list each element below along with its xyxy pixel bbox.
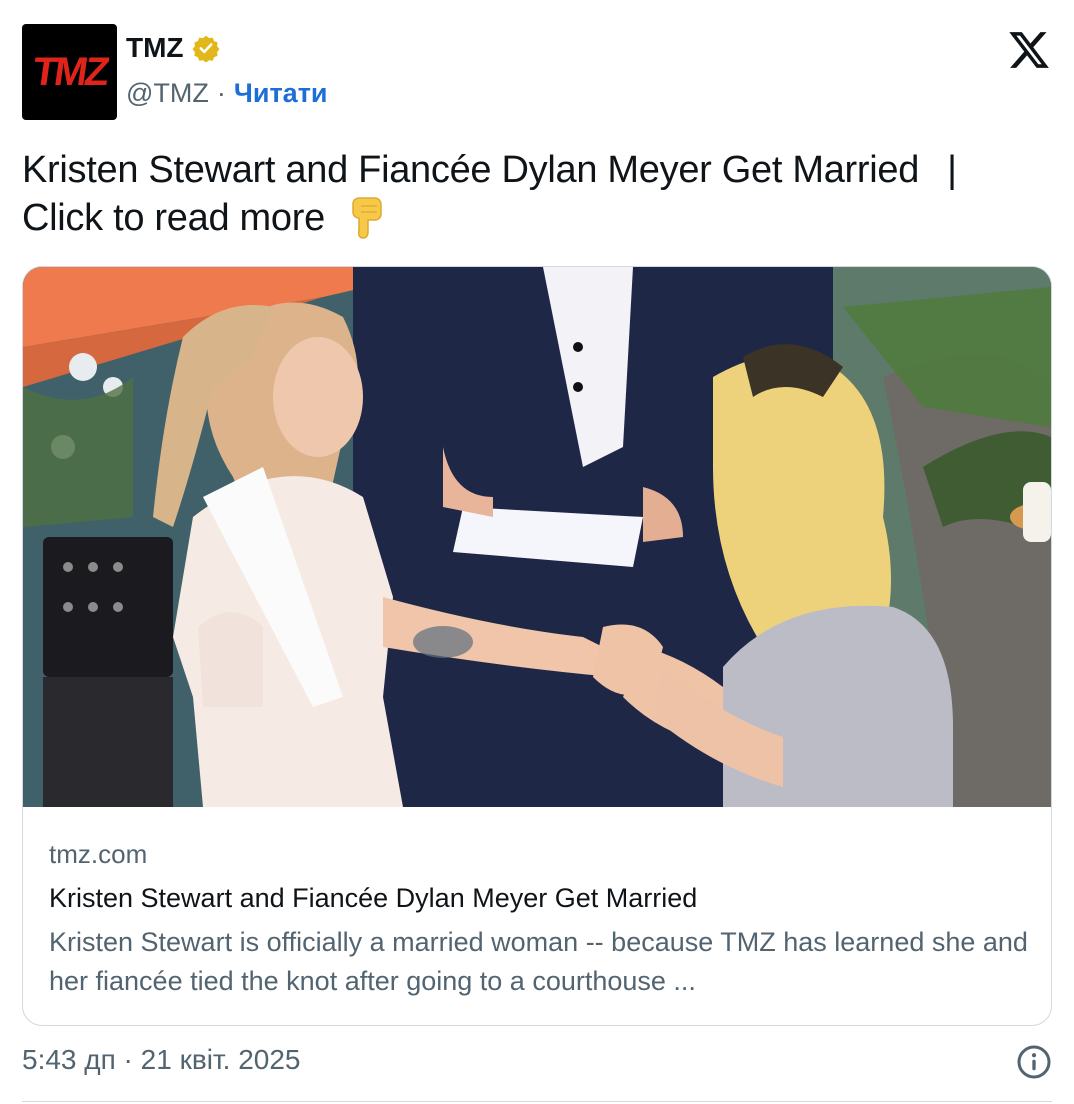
bottom-divider (22, 1101, 1052, 1102)
tweet-timestamp[interactable]: 5:43 дп · 21 квіт. 2025 (22, 1044, 301, 1076)
tmz-avatar[interactable]: TMZ (22, 24, 117, 120)
tweet-link-text[interactable]: Click to read more (22, 197, 325, 239)
pointing-down-hand-icon (352, 197, 382, 239)
wedding-photo-image[interactable] (23, 267, 1051, 807)
handle-line: @TMZ · Читати (126, 78, 328, 109)
separator-dot: · (216, 78, 226, 108)
tweet-footer: 5:43 дп · 21 квіт. 2025 (22, 1044, 1052, 1084)
card-title[interactable]: Kristen Stewart and Fiancée Dylan Meyer … (49, 879, 1029, 917)
card-description: Kristen Stewart is officially a married … (49, 927, 1028, 996)
author-name[interactable]: TMZ (126, 32, 184, 64)
link-card[interactable]: tmz.com Kristen Stewart and Fiancée Dyla… (22, 266, 1052, 1026)
tweet-pipe: | (947, 149, 957, 191)
card-info: tmz.com Kristen Stewart and Fiancée Dyla… (49, 837, 1029, 1001)
verified-badge-icon (192, 35, 219, 62)
follow-link[interactable]: Читати (234, 78, 328, 109)
info-icon[interactable] (1016, 1044, 1052, 1080)
avatar-logo-text: TMZ (29, 49, 110, 94)
author-handle[interactable]: @TMZ (126, 78, 209, 109)
card-domain: tmz.com (49, 839, 148, 869)
tweet-text-line1: Kristen Stewart and Fiancée Dylan Meyer … (22, 149, 920, 191)
x-logo-icon[interactable] (1006, 28, 1052, 72)
author-name-line: TMZ (126, 32, 220, 64)
tweet-text: Kristen Stewart and Fiancée Dylan Meyer … (22, 146, 1052, 242)
tweet-header: TMZ TMZ @TMZ · Читати (22, 24, 1052, 124)
